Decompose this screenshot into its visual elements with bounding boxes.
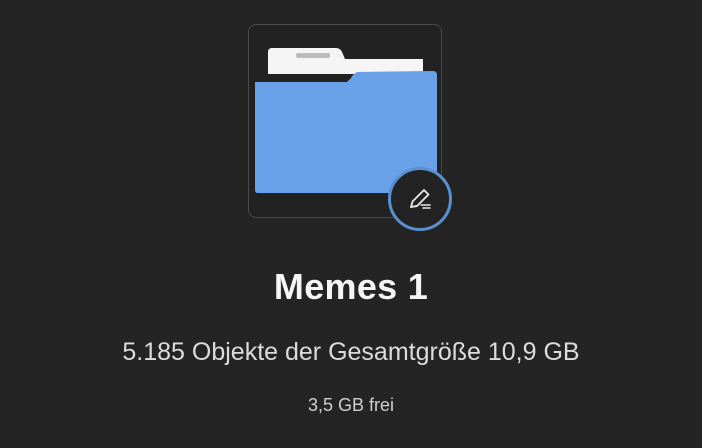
folder-properties-view: Memes 1 5.185 Objekte der Gesamtgröße 10…: [0, 0, 702, 448]
free-space-label: 3,5 GB frei: [307, 395, 395, 415]
pen-edit-icon: [410, 189, 431, 209]
edit-button[interactable]: [388, 167, 452, 231]
folder-name: Memes 1: [273, 266, 429, 307]
folder-summary: 5.185 Objekte der Gesamtgröße 10,9 GB: [122, 338, 580, 366]
